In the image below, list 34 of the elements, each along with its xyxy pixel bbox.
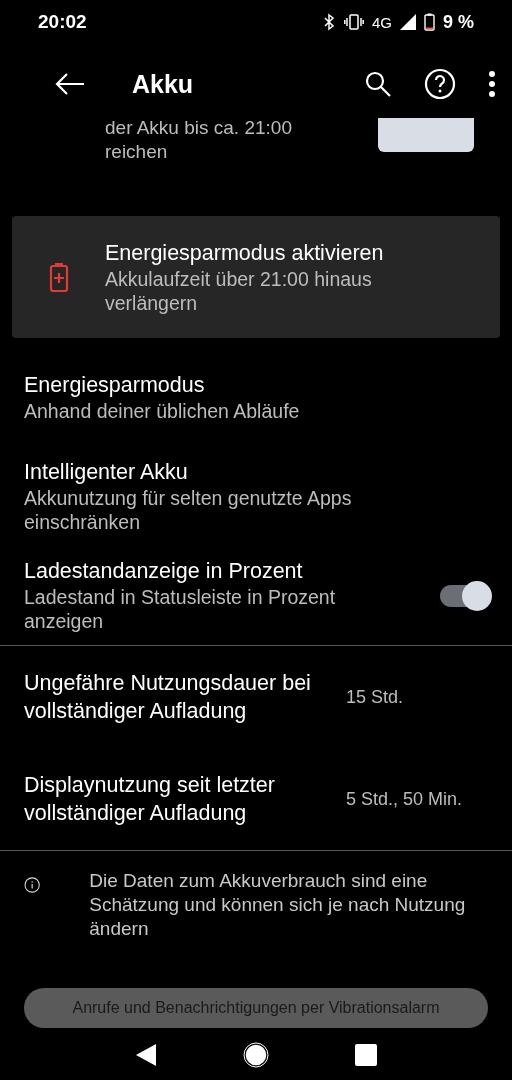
bluetooth-icon: [321, 13, 336, 31]
stat-label: Ungefähre Nutzungsdauer bei vollständiger Aufladung: [24, 670, 312, 725]
battery-icon: [48, 262, 69, 292]
home-nav-icon[interactable]: [243, 1042, 269, 1068]
battery-percent: 9 %: [442, 11, 474, 33]
stat-value: 5 Std., 50 Min.: [346, 788, 463, 810]
setting-title: Energiesparmodus: [24, 372, 206, 399]
search-icon[interactable]: [364, 70, 392, 98]
toast-message: Anrufe und Benachrichtigungen per Vibrationsalarm: [72, 998, 440, 1018]
battery-estimate-text: der Akku bis ca. 21:00 reichen: [105, 116, 293, 164]
setting-title: Intelligenter Akku: [24, 459, 189, 486]
help-icon[interactable]: [424, 68, 456, 100]
setting-row[interactable]: Ladestandanzeige in Prozent Ladestand in Statusleiste in Prozent anzeigen: [0, 546, 512, 645]
setting-subtitle: Ladestand in Statusleiste in Prozent anzeigen: [24, 585, 337, 633]
vibrate-icon: [343, 14, 364, 30]
setting-row[interactable]: Intelligenter Akku Akkunutzung für selten genutzte Apps einschränken: [0, 447, 512, 546]
network-type: 4G: [371, 13, 392, 31]
page-title: Akku: [132, 69, 195, 99]
setting-title: Ladestandanzeige in Prozent: [24, 558, 304, 585]
footer-note: Die Daten zum Akkuverbrauch sind eine Schätzung und können sich je nach Nutzung ändern: [89, 869, 467, 941]
back-icon[interactable]: [54, 72, 86, 96]
battery-saver-card[interactable]: Energiesparmodus aktivieren Akkulaufzeit über 21:00 hinaus verlängern: [12, 216, 500, 338]
stat-value: 15 Std.: [346, 686, 404, 708]
signal-icon: [399, 14, 416, 30]
battery-icon: [423, 13, 435, 31]
back-nav-icon[interactable]: [135, 1043, 157, 1067]
card-subtitle: Akkulaufzeit über 21:00 hinaus verlängern: [105, 266, 373, 315]
more-icon[interactable]: [488, 71, 496, 97]
stat-label: Displaynutzung seit letzter vollständiger Aufladung: [24, 772, 276, 827]
status-time: 20:02: [38, 11, 88, 33]
setting-subtitle: Akkunutzung für selten genutzte Apps einschränken: [24, 486, 353, 534]
card-title: Energiesparmodus aktivieren: [105, 239, 385, 267]
setting-subtitle: Anhand deiner üblichen Abläufe: [24, 399, 301, 423]
setting-row[interactable]: Energiesparmodus Anhand deiner üblichen Abläufe: [0, 348, 512, 447]
